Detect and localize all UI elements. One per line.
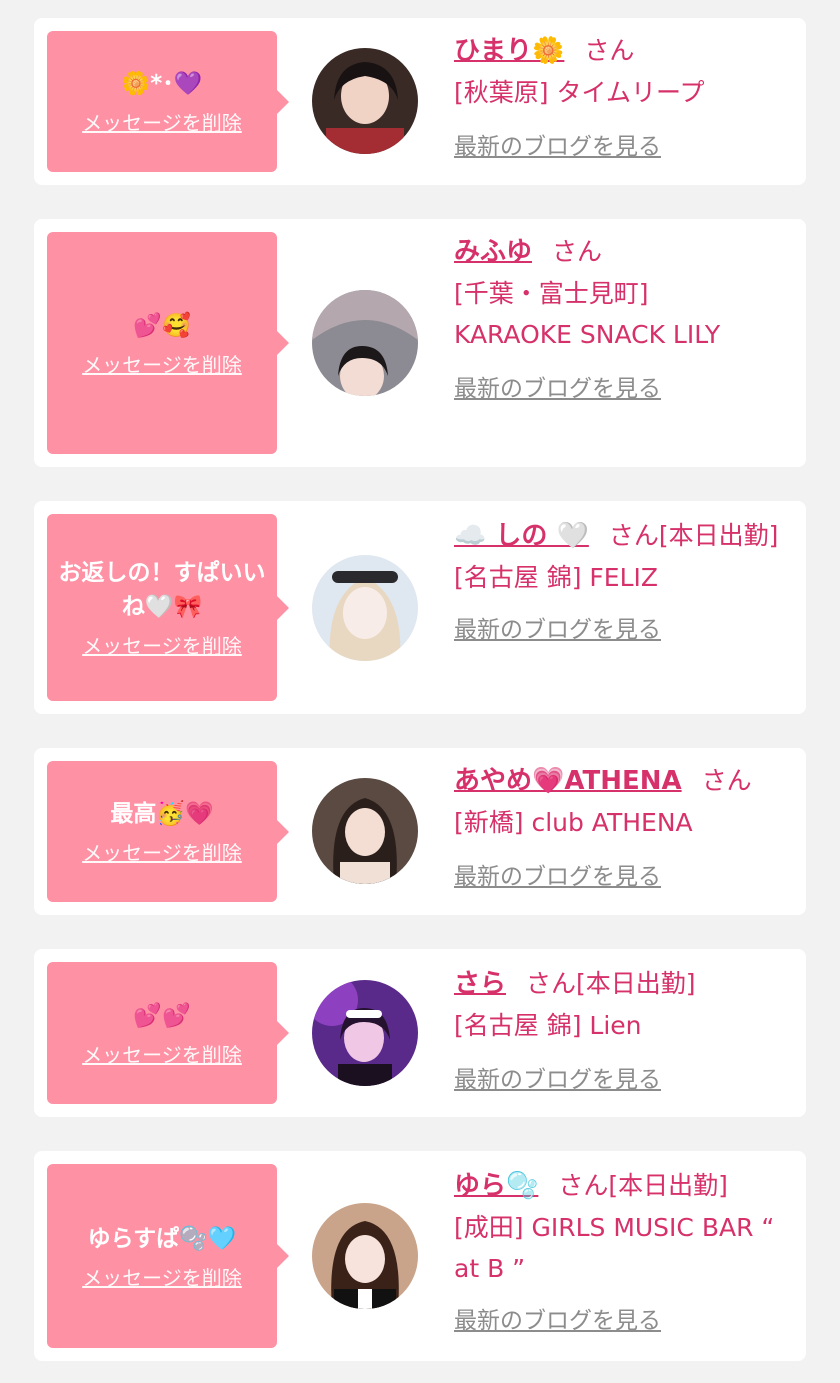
message-text: ゆらすぱ🫧🩵	[87, 1225, 237, 1252]
cast-info: さら さん[本日出勤] [名古屋 錦] Lien 最新のブログを見る	[454, 963, 786, 1101]
avatar[interactable]	[312, 555, 418, 661]
delete-message-link[interactable]: メッセージを削除	[82, 630, 242, 659]
avatar[interactable]	[312, 1203, 418, 1309]
message-bubble: 最高🥳💗 メッセージを削除	[47, 761, 289, 902]
avatar-photo-icon	[312, 555, 418, 661]
latest-blog-link[interactable]: 最新のブログを見る	[454, 127, 661, 168]
avatar-photo-icon	[312, 48, 418, 154]
message-card: ゆらすぱ🫧🩵 メッセージを削除 ゆら🫧 さん[本日出勤] [成田] GIRLS M…	[34, 1151, 806, 1361]
avatar[interactable]	[312, 778, 418, 884]
cast-name-link[interactable]: ☁️ しの 🤍	[454, 521, 589, 551]
avatar[interactable]	[312, 980, 418, 1086]
message-card: お返しの！すぱいいね🤍🎀 メッセージを削除 ☁️ しの 🤍 さん[本日出勤] [名…	[34, 501, 806, 714]
message-bubble: 💕🥰 メッセージを削除	[47, 232, 289, 454]
cast-info: ☁️ しの 🤍 さん[本日出勤] [名古屋 錦] FELIZ 最新のブログを見る	[454, 515, 786, 651]
message-bubble: 🌼*･💜 メッセージを削除	[47, 31, 289, 172]
message-card: 最高🥳💗 メッセージを削除 あやめ💗ATHENA さん [新橋] club ATH…	[34, 748, 806, 915]
message-card: 💕🥰 メッセージを削除 みふゆ さん [千葉・富士見町] KARAOKE SNAC…	[34, 219, 806, 467]
latest-blog-link[interactable]: 最新のブログを見る	[454, 1301, 661, 1342]
status-tag: [本日出勤]	[658, 521, 779, 550]
cast-info: ひまり🌼 さん [秋葉原] タイムリープ 最新のブログを見る	[454, 30, 786, 168]
delete-message-link[interactable]: メッセージを削除	[82, 1262, 242, 1291]
shop-info: [名古屋 錦] FELIZ	[454, 563, 659, 592]
cast-name-link[interactable]: みふゆ	[454, 237, 532, 267]
cast-info: ゆら🫧 さん[本日出勤] [成田] GIRLS MUSIC BAR “ at B …	[454, 1165, 786, 1342]
message-bubble: 💕💕 メッセージを削除	[47, 962, 289, 1104]
delete-message-link[interactable]: メッセージを削除	[82, 837, 242, 866]
honorific: さん	[552, 237, 603, 266]
honorific: さん	[608, 521, 659, 550]
avatar[interactable]	[312, 48, 418, 154]
status-tag: [本日出勤]	[576, 969, 696, 998]
shop-info: [千葉・富士見町] KARAOKE SNACK LILY	[454, 279, 721, 349]
cast-name-link[interactable]: ひまり🌼	[454, 36, 564, 66]
latest-blog-link[interactable]: 最新のブログを見る	[454, 857, 661, 898]
latest-blog-link[interactable]: 最新のブログを見る	[454, 610, 661, 651]
shop-info: [秋葉原] タイムリープ	[454, 78, 705, 107]
avatar-photo-icon	[312, 290, 418, 396]
honorific: さん	[701, 766, 752, 795]
shop-info: [成田] GIRLS MUSIC BAR “ at B ”	[454, 1213, 775, 1283]
message-text: 最高🥳💗	[110, 801, 214, 827]
status-tag: [本日出勤]	[608, 1171, 728, 1200]
message-card: 🌼*･💜 メッセージを削除 ひまり🌼 さん [秋葉原] タイムリープ 最新のブログ…	[34, 18, 806, 185]
honorific: さん	[584, 36, 635, 65]
avatar-photo-icon	[312, 980, 418, 1086]
cast-name-link[interactable]: さら	[454, 969, 506, 999]
honorific: さん	[526, 969, 577, 998]
message-bubble: お返しの！すぱいいね🤍🎀 メッセージを削除	[47, 514, 289, 701]
message-text: 💕💕	[133, 1002, 191, 1029]
cast-info: あやめ💗ATHENA さん [新橋] club ATHENA 最新のブログを見る	[454, 760, 786, 898]
latest-blog-link[interactable]: 最新のブログを見る	[454, 1060, 661, 1101]
delete-message-link[interactable]: メッセージを削除	[82, 107, 242, 136]
cast-name-link[interactable]: あやめ💗ATHENA	[454, 766, 682, 796]
cast-info: みふゆ さん [千葉・富士見町] KARAOKE SNACK LILY 最新のブロ…	[454, 231, 786, 410]
avatar[interactable]	[312, 290, 418, 396]
delete-message-link[interactable]: メッセージを削除	[82, 349, 242, 378]
message-card: 💕💕 メッセージを削除 さら さん[本日出勤] [名古屋 錦] Lien 最新のブ…	[34, 949, 806, 1117]
message-text: お返しの！すぱいいね🤍🎀	[58, 560, 266, 620]
avatar-photo-icon	[312, 1203, 418, 1309]
cast-name-link[interactable]: ゆら🫧	[454, 1171, 538, 1201]
message-text: 🌼*･💜	[121, 71, 203, 97]
honorific: さん	[558, 1171, 609, 1200]
delete-message-link[interactable]: メッセージを削除	[82, 1039, 242, 1068]
message-text: 💕🥰	[133, 312, 191, 339]
avatar-photo-icon	[312, 778, 418, 884]
shop-info: [新橋] club ATHENA	[454, 808, 693, 837]
latest-blog-link[interactable]: 最新のブログを見る	[454, 369, 661, 410]
message-bubble: ゆらすぱ🫧🩵 メッセージを削除	[47, 1164, 289, 1348]
shop-info: [名古屋 錦] Lien	[454, 1011, 642, 1040]
